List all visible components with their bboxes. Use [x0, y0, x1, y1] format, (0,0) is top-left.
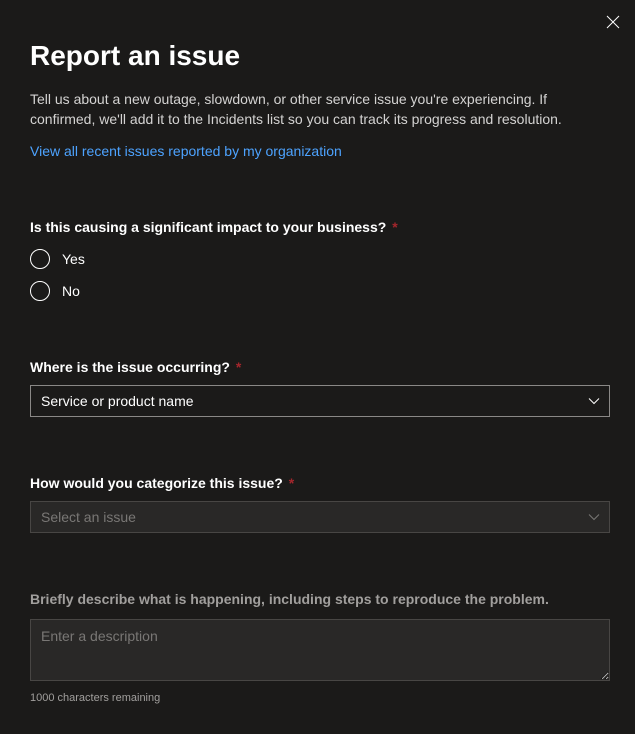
report-issue-panel: Report an issue Tell us about a new outa…	[0, 0, 635, 734]
category-group: How would you categorize this issue? * S…	[30, 475, 605, 533]
impact-radio-no[interactable]: No	[30, 281, 605, 301]
required-indicator: *	[392, 219, 397, 235]
impact-label: Is this causing a significant impact to …	[30, 219, 605, 235]
category-select: Select an issue	[30, 501, 610, 533]
category-label: How would you categorize this issue? *	[30, 475, 605, 491]
description-group: Briefly describe what is happening, incl…	[30, 591, 605, 704]
character-count: 1000 characters remaining	[30, 692, 605, 704]
close-icon	[606, 15, 620, 29]
view-recent-issues-link[interactable]: View all recent issues reported by my or…	[30, 143, 342, 159]
impact-radio-group: Yes No	[30, 249, 605, 301]
impact-radio-yes[interactable]: Yes	[30, 249, 605, 269]
panel-description: Tell us about a new outage, slowdown, or…	[30, 90, 590, 129]
description-textarea[interactable]	[30, 619, 610, 681]
required-indicator: *	[236, 359, 241, 375]
location-label: Where is the issue occurring? *	[30, 359, 605, 375]
panel-title: Report an issue	[30, 40, 605, 72]
impact-group: Is this causing a significant impact to …	[30, 219, 605, 301]
close-button[interactable]	[605, 14, 621, 30]
category-label-text: How would you categorize this issue?	[30, 475, 283, 491]
radio-icon	[30, 249, 50, 269]
category-select-box: Select an issue	[30, 501, 610, 533]
radio-label-yes: Yes	[62, 251, 85, 267]
location-select-box: Service or product name	[30, 385, 610, 417]
radio-label-no: No	[62, 283, 80, 299]
impact-label-text: Is this causing a significant impact to …	[30, 219, 386, 235]
description-label: Briefly describe what is happening, incl…	[30, 591, 605, 607]
location-group: Where is the issue occurring? * Service …	[30, 359, 605, 417]
location-label-text: Where is the issue occurring?	[30, 359, 230, 375]
radio-icon	[30, 281, 50, 301]
required-indicator: *	[289, 475, 294, 491]
location-select[interactable]: Service or product name	[30, 385, 610, 417]
